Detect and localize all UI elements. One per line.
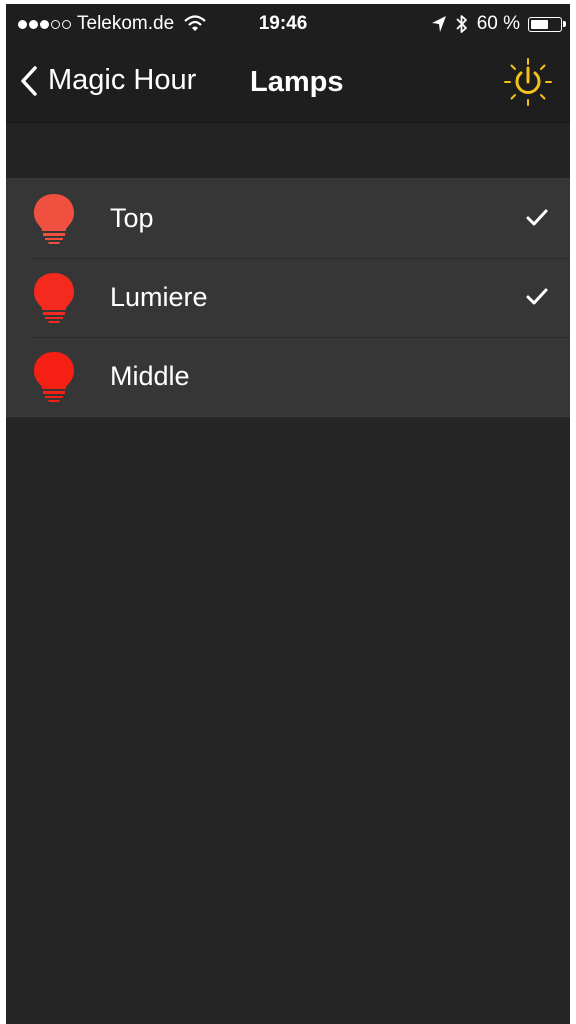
back-button-label: Magic Hour <box>48 64 197 96</box>
page-title: Lamps <box>250 66 344 98</box>
location-arrow-icon <box>431 16 446 32</box>
chevron-left-icon <box>21 65 37 96</box>
status-bar: Telekom.de 19:46 60 % <box>6 4 570 42</box>
light-bulb-icon <box>34 352 74 402</box>
back-button[interactable]: Magic Hour <box>20 64 196 97</box>
bluetooth-icon <box>456 15 467 33</box>
lamp-name: Top <box>110 203 154 233</box>
power-icon[interactable] <box>502 56 554 108</box>
battery-icon <box>528 16 562 32</box>
battery-tip <box>563 21 566 27</box>
checkmark-icon <box>526 209 548 226</box>
top-bar: Telekom.de 19:46 60 % Magic Hour Lamps <box>6 4 570 123</box>
app-screen: Telekom.de 19:46 60 % Magic Hour Lamps T… <box>6 4 570 1024</box>
light-bulb-icon <box>34 273 74 323</box>
lamp-row-top[interactable]: Top <box>6 179 570 258</box>
battery-percent: 60 % <box>476 13 520 34</box>
lamp-list: Top Lumiere Middle <box>6 178 570 417</box>
battery-level <box>531 19 548 29</box>
lamp-row-middle[interactable]: Middle <box>6 337 570 416</box>
section-spacer <box>6 123 570 178</box>
lamp-name: Lumiere <box>110 282 208 312</box>
light-bulb-icon <box>34 194 74 244</box>
checkmark-icon <box>526 288 548 305</box>
lamp-row-lumiere[interactable]: Lumiere <box>6 258 570 337</box>
status-right: 60 % <box>431 13 566 35</box>
lamp-name: Middle <box>110 361 190 391</box>
navigation-bar: Magic Hour Lamps <box>6 46 570 120</box>
